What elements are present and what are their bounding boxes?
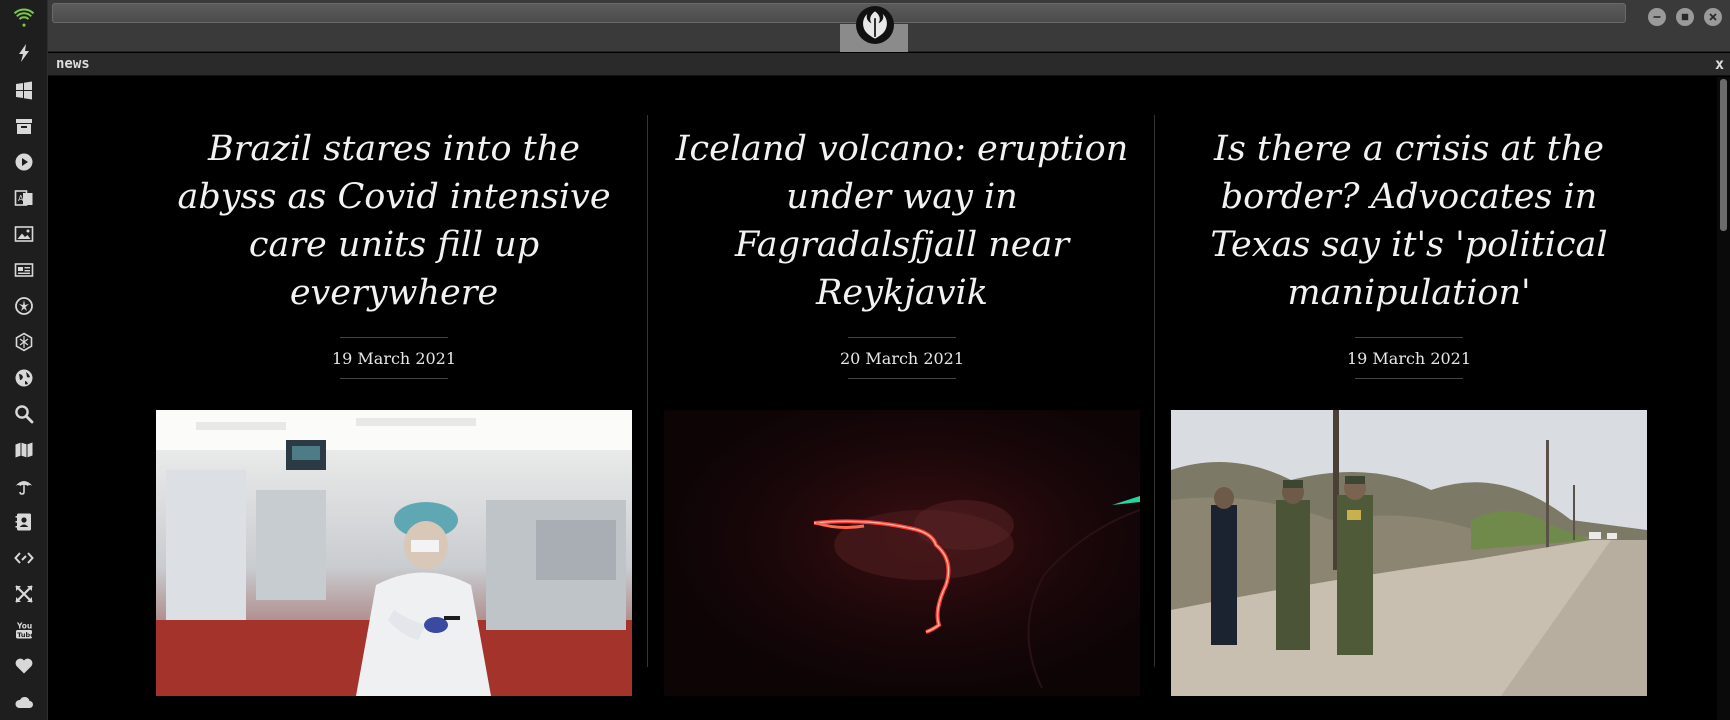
newspaper-icon[interactable]	[12, 258, 36, 282]
jedi-order-icon[interactable]	[12, 294, 36, 318]
address-bar[interactable]	[52, 3, 1626, 23]
heart-icon[interactable]	[12, 654, 36, 678]
wifi-icon[interactable]	[12, 5, 36, 29]
panel-close-button[interactable]: x	[1715, 55, 1724, 73]
article-date: 19 March 2021	[1346, 348, 1472, 368]
svg-text:A: A	[18, 194, 24, 203]
hexagon-network-icon[interactable]	[12, 330, 36, 354]
article-date: 20 March 2021	[839, 348, 965, 368]
translate-icon[interactable]: A	[12, 186, 36, 210]
address-book-icon[interactable]	[12, 510, 36, 534]
article-date-box: 20 March 2021	[840, 337, 964, 379]
article-card[interactable]: Iceland volcano: eruption under way in F…	[664, 125, 1140, 696]
map-icon[interactable]	[12, 438, 36, 462]
panel-header: news x	[48, 53, 1730, 76]
article-date-box: 19 March 2021	[1347, 337, 1471, 379]
close-window-button[interactable]	[1704, 8, 1722, 26]
article-card[interactable]: Brazil stares into the abyss as Covid in…	[156, 125, 632, 696]
image-icon[interactable]	[12, 222, 36, 246]
article-image[interactable]	[1171, 410, 1647, 696]
youtube-icon[interactable]: You Tube	[12, 618, 36, 642]
article-date: 19 March 2021	[331, 348, 457, 368]
code-link-icon[interactable]	[12, 546, 36, 570]
column-divider	[1154, 115, 1155, 667]
globe-icon[interactable]	[12, 366, 36, 390]
lightning-icon[interactable]	[12, 41, 36, 65]
umbrella-icon[interactable]	[12, 474, 36, 498]
search-icon[interactable]	[12, 402, 36, 426]
app-dock: A You Tube	[0, 0, 48, 720]
article-image[interactable]	[156, 410, 632, 696]
panel-title: news	[56, 56, 90, 72]
minimize-button[interactable]	[1648, 8, 1666, 26]
windows-icon[interactable]	[12, 78, 36, 102]
article-headline[interactable]: Brazil stares into the abyss as Covid in…	[156, 125, 632, 317]
column-divider	[647, 115, 648, 667]
play-circle-icon[interactable]	[12, 150, 36, 174]
vertical-scrollbar[interactable]	[1717, 77, 1730, 720]
article-headline[interactable]: Is there a crisis at the border? Advocat…	[1171, 125, 1647, 317]
article-image[interactable]	[664, 410, 1140, 696]
expand-arrows-icon[interactable]	[12, 582, 36, 606]
maximize-button[interactable]	[1676, 8, 1694, 26]
svg-text:Tube: Tube	[17, 631, 34, 639]
article-card[interactable]: Is there a crisis at the border? Advocat…	[1171, 125, 1647, 696]
scrollbar-thumb[interactable]	[1720, 79, 1727, 231]
rebel-alliance-logo-icon[interactable]	[856, 6, 894, 44]
archive-icon[interactable]	[12, 114, 36, 138]
article-headline[interactable]: Iceland volcano: eruption under way in F…	[664, 125, 1140, 317]
window-titlebar	[48, 0, 1730, 52]
news-feed: Brazil stares into the abyss as Covid in…	[48, 77, 1717, 720]
svg-text:You: You	[16, 622, 32, 631]
cloud-icon[interactable]	[12, 690, 36, 714]
article-date-box: 19 March 2021	[332, 337, 456, 379]
